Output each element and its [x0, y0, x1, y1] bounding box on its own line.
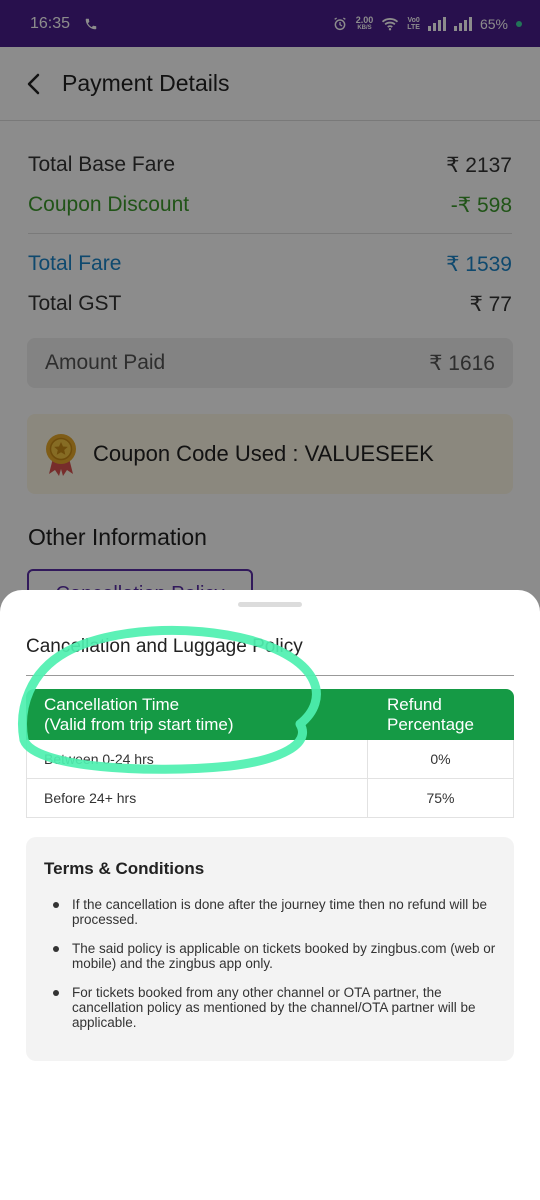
terms-item: For tickets booked from any other channe…	[44, 985, 496, 1030]
terms-and-conditions: Terms & Conditions If the cancellation i…	[26, 837, 514, 1061]
row-refund-percentage: 75%	[426, 790, 455, 806]
row-refund-percentage: 0%	[430, 751, 451, 767]
header-refund-percentage: Refund Percentage	[387, 695, 474, 734]
bullet-icon	[53, 946, 59, 952]
sheet-drag-handle[interactable]	[238, 602, 302, 607]
row-cancellation-time: Before 24+ hrs	[27, 779, 368, 817]
table-row: Between 0-24 hrs 0%	[26, 740, 514, 779]
terms-item-text: The said policy is applicable on tickets…	[72, 941, 496, 971]
table-row: Before 24+ hrs 75%	[26, 779, 514, 818]
row-cancellation-time: Between 0-24 hrs	[27, 740, 368, 778]
terms-item: The said policy is applicable on tickets…	[44, 941, 496, 971]
terms-item-text: For tickets booked from any other channe…	[72, 985, 476, 1030]
table-header: Cancellation Time (Valid from trip start…	[26, 689, 514, 740]
cancellation-policy-sheet: Cancellation and Luggage Policy Cancella…	[0, 590, 540, 1200]
header-cancellation-time: Cancellation Time (Valid from trip start…	[44, 695, 234, 734]
sheet-divider	[26, 675, 514, 676]
bullet-icon	[53, 902, 59, 908]
terms-item: If the cancellation is done after the jo…	[44, 897, 496, 927]
terms-item-text: If the cancellation is done after the jo…	[72, 897, 487, 927]
cancellation-policy-table: Cancellation Time (Valid from trip start…	[26, 689, 514, 818]
terms-title: Terms & Conditions	[44, 859, 205, 878]
sheet-title: Cancellation and Luggage Policy	[26, 636, 303, 657]
bullet-icon	[53, 990, 59, 996]
